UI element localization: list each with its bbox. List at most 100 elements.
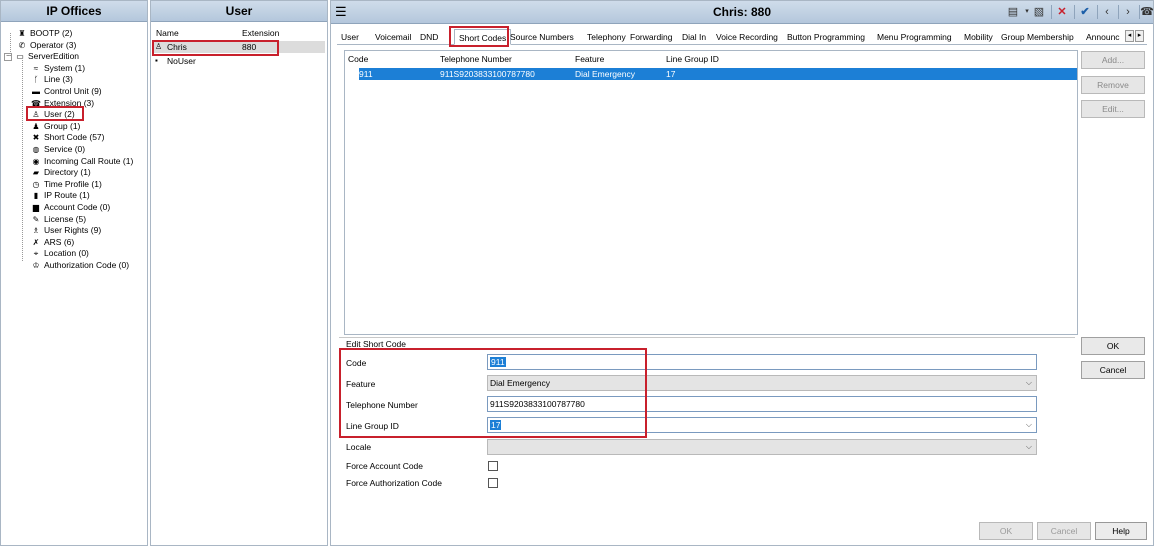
tab-announc[interactable]: Announc <box>1082 29 1124 45</box>
incoming-call-route-icon: ◉ <box>32 156 40 166</box>
help-button[interactable]: Help <box>1095 522 1147 540</box>
tree-item-label: Operator (3) <box>30 39 77 50</box>
tree-item[interactable]: ᚴ Line (3) <box>31 74 73 85</box>
tree-item-label: ServerEdition <box>28 51 80 62</box>
code-input[interactable]: 911 <box>487 354 1037 370</box>
tree-item[interactable]: ✎ License (5) <box>31 214 86 225</box>
account-code-icon: ▆ <box>32 203 40 212</box>
telephone-number-value: 911S9203833100787780 <box>490 399 585 409</box>
feature-value: Dial Emergency <box>490 378 550 388</box>
cancel-button[interactable]: Cancel <box>1037 522 1091 540</box>
tree-item-label: Control Unit (9) <box>44 86 102 96</box>
directory-icon: ▰ <box>32 168 40 178</box>
column-extension[interactable]: Extension <box>242 28 279 38</box>
user-rights-icon: ♗ <box>32 226 40 236</box>
detail-title-bar: ☰ Chris: 880 ▤ ▾ ▧ ✕ ✔ ‹ › ☎ <box>331 1 1154 24</box>
tab-voice-recording[interactable]: Voice Recording <box>712 29 782 45</box>
tree-item[interactable]: ✗ ARS (6) <box>31 237 75 248</box>
tree-item[interactable]: ✖ Short Code (57) <box>31 132 105 143</box>
user-row-nouser[interactable]: ▪ NoUser <box>153 55 325 67</box>
previous-icon[interactable]: ‹ <box>1099 4 1115 20</box>
toolbar-divider <box>1051 5 1052 19</box>
tab-telephony[interactable]: Telephony <box>583 29 630 45</box>
column-name[interactable]: Name <box>156 28 179 38</box>
add-button[interactable]: Add... <box>1081 51 1145 69</box>
tab-scroll-right-icon[interactable]: ▸ <box>1135 30 1144 42</box>
next-icon[interactable]: › <box>1120 4 1136 20</box>
tree-item[interactable]: ◉ Incoming Call Route (1) <box>31 155 134 167</box>
tree-item[interactable]: ▰ Directory (1) <box>31 167 91 178</box>
user-row-chris[interactable]: ♙ Chris 880 <box>153 41 325 53</box>
tab-button-programming[interactable]: Button Programming <box>783 29 869 45</box>
form-ok-button[interactable]: OK <box>1081 337 1145 355</box>
locale-select[interactable]: ⌵ <box>487 439 1037 455</box>
time-profile-icon: ◷ <box>32 179 40 189</box>
authorization-code-icon: ♔ <box>32 261 40 270</box>
tree-item-label: Authorization Code (0) <box>44 260 130 270</box>
form-cancel-button[interactable]: Cancel <box>1081 361 1145 379</box>
tree-item[interactable]: ♜ BOOTP (2) <box>17 28 72 39</box>
tree-item[interactable]: ⌖ Location (0) <box>31 248 89 259</box>
export-icon[interactable]: ▧ <box>1031 4 1047 20</box>
ok-button[interactable]: OK <box>979 522 1033 540</box>
tree-connector <box>10 33 11 57</box>
line-group-id-label: Line Group ID <box>346 421 399 431</box>
tree-item-label: Directory (1) <box>44 167 91 178</box>
user-list-panel: User Name Extension ♙ Chris 880 ▪ NoUser <box>150 0 328 546</box>
tree-item[interactable]: ▮ IP Route (1) <box>31 190 90 201</box>
toolbar-divider <box>1097 5 1098 19</box>
tree-item[interactable]: ♙ User (2) <box>31 109 75 120</box>
tab-forwarding[interactable]: Forwarding <box>626 29 677 45</box>
tree-item-label: Location (0) <box>44 248 89 259</box>
tree-item-label: BOOTP (2) <box>30 28 73 38</box>
user-icon: ♙ <box>155 42 163 51</box>
feature-select[interactable]: Dial Emergency ⌵ <box>487 375 1037 391</box>
edit-short-code-title: Edit Short Code <box>346 339 407 349</box>
remove-button[interactable]: Remove <box>1081 76 1145 94</box>
tree-item[interactable]: ♔ Authorization Code (0) <box>31 260 129 271</box>
table-row[interactable]: 911 911S9203833100787780 Dial Emergency … <box>359 68 1077 80</box>
grid-col-telephone[interactable]: Telephone Number <box>440 54 512 64</box>
telephone-number-input[interactable]: 911S9203833100787780 <box>487 396 1037 412</box>
line-group-id-select[interactable]: 17 ⌵ <box>487 417 1037 433</box>
tab-source-numbers[interactable]: Source Numbers <box>506 29 578 45</box>
force-authorization-code-checkbox[interactable] <box>488 478 498 488</box>
tree-item[interactable]: ▆ Account Code (0) <box>31 202 110 213</box>
chevron-down-icon: ⌵ <box>1025 442 1032 451</box>
grid-col-code[interactable]: Code <box>348 54 368 64</box>
tree-item[interactable]: ♗ User Rights (9) <box>31 225 101 236</box>
tree-item-label: User (2) <box>44 109 75 120</box>
ars-icon: ✗ <box>32 237 40 247</box>
check-icon[interactable]: ✔ <box>1077 4 1093 20</box>
grid-col-feature[interactable]: Feature <box>575 54 604 64</box>
tree-item-label: System (1) <box>44 62 86 73</box>
tab-dial-in[interactable]: Dial In <box>678 29 710 45</box>
code-label: Code <box>346 358 367 368</box>
tab-short-codes[interactable]: Short Codes <box>454 29 512 45</box>
edit-button[interactable]: Edit... <box>1081 100 1145 118</box>
tree-item[interactable]: ≈ System (1) <box>31 63 85 74</box>
tab-dnd[interactable]: DND <box>416 29 442 45</box>
tree-item[interactable]: ◍ Service (0) <box>31 144 86 155</box>
tab-scroll-left-icon[interactable]: ◂ <box>1125 30 1134 42</box>
phone-icon[interactable]: ☎ <box>1139 4 1154 20</box>
grid-col-line-group[interactable]: Line Group ID <box>666 54 719 64</box>
user-icon: ♙ <box>32 110 40 120</box>
tree-item[interactable]: ☎ Extension (3) <box>31 98 94 109</box>
location-icon: ⌖ <box>33 249 39 259</box>
tree-item[interactable]: ♟ Group (1) <box>31 121 80 132</box>
tab-menu-programming[interactable]: Menu Programming <box>873 29 956 45</box>
tab-group-membership[interactable]: Group Membership <box>997 29 1078 45</box>
tab-user[interactable]: User <box>337 29 363 45</box>
tab-mobility[interactable]: Mobility <box>960 29 997 45</box>
tree-item[interactable]: ▬ Control Unit (9) <box>31 86 102 97</box>
tree-item[interactable]: ✆ Operator (3) <box>17 39 77 51</box>
user-extension: 880 <box>242 42 257 52</box>
tree-item-label: Incoming Call Route (1) <box>44 155 134 166</box>
force-account-code-checkbox[interactable] <box>488 461 498 471</box>
delete-icon[interactable]: ✕ <box>1054 4 1070 20</box>
tree-item[interactable]: ◷ Time Profile (1) <box>31 179 102 190</box>
tree-item[interactable]: − ▭ ServerEdition <box>4 51 79 62</box>
user-list-header: User <box>151 1 327 22</box>
tab-voicemail[interactable]: Voicemail <box>371 29 415 45</box>
